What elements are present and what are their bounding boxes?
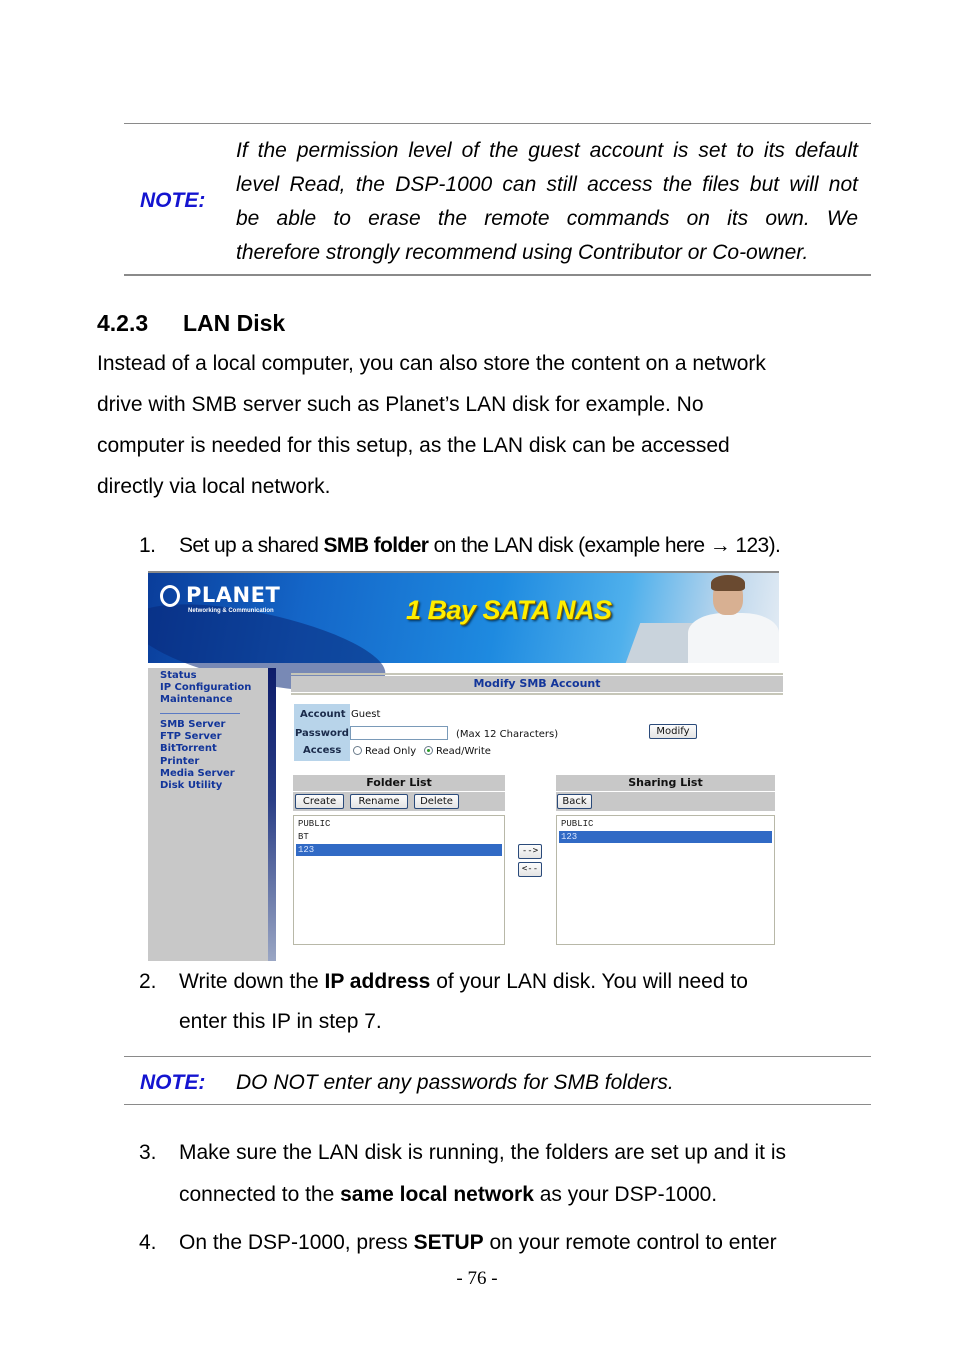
note2-bottom-rule: [124, 1104, 871, 1105]
password-hint: (Max 12 Characters): [456, 729, 559, 740]
sidebar-item-disk-utility[interactable]: Disk Utility: [160, 780, 222, 791]
brand-name: PLANET: [186, 583, 281, 607]
folder-list-title: Folder List: [293, 775, 505, 791]
note-line: If the permission level of the guest acc…: [236, 139, 858, 162]
folder-item-bt[interactable]: BT: [296, 831, 502, 843]
step-text: connected to the: [179, 1183, 341, 1206]
sidebar-item-ftp-server[interactable]: FTP Server: [160, 731, 222, 742]
modify-button[interactable]: Modify: [649, 724, 697, 739]
rename-button[interactable]: Rename: [350, 794, 408, 809]
back-button[interactable]: Back: [557, 794, 592, 809]
step-bold-text: same local network: [340, 1183, 534, 1206]
sidebar-item-smb-server[interactable]: SMB Server: [160, 719, 225, 730]
step-text: On the DSP-1000, press: [179, 1231, 414, 1254]
person-hair: [711, 575, 745, 591]
delete-button[interactable]: Delete: [414, 794, 459, 809]
note-text: If the permission level of the guest acc…: [236, 134, 858, 270]
brand-tagline: Networking & Communication: [188, 608, 274, 614]
create-button[interactable]: Create: [295, 794, 344, 809]
step-1: 1. Set up a shared SMB folder on the LAN…: [139, 534, 859, 560]
step-text: Make sure the LAN disk is running, the f…: [179, 1141, 786, 1164]
folder-listbox[interactable]: PUBLIC BT 123: [293, 815, 505, 945]
sidebar-item-printer[interactable]: Printer: [160, 756, 199, 767]
nas-sidebar: Status IP Configuration Maintenance SMB …: [148, 668, 268, 961]
form-title: Modify SMB Account: [291, 676, 783, 692]
note-bottom-rule: [124, 274, 871, 276]
sharing-item-public[interactable]: PUBLIC: [559, 818, 772, 830]
note-line: be able to erase the remote commands on …: [236, 207, 858, 230]
sharing-listbox[interactable]: PUBLIC 123: [556, 815, 775, 945]
account-label: Account: [300, 709, 346, 720]
nas-screenshot: PLANET Networking & Communication 1 Bay …: [148, 571, 784, 961]
paragraph-line: drive with SMB server such as Planet’s L…: [97, 393, 704, 416]
add-to-sharing-button[interactable]: -->: [518, 844, 542, 859]
step-text: of your LAN disk. You will need to: [430, 970, 748, 993]
step-number: 3.: [139, 1141, 157, 1164]
step-text: enter this IP in step 7.: [179, 1010, 382, 1033]
note-label: NOTE:: [140, 189, 206, 212]
note-top-rule: [124, 123, 871, 124]
folder-item-123[interactable]: 123: [296, 844, 502, 856]
note2-text: DO NOT enter any passwords for SMB folde…: [236, 1071, 674, 1094]
read-write-label: Read/Write: [436, 746, 491, 757]
step-text: on your remote control to enter: [483, 1231, 777, 1254]
read-only-label: Read Only: [365, 746, 417, 757]
note-line: level Read, the DSP-1000 can still acces…: [236, 173, 858, 196]
paragraph-line: directly via local network.: [97, 475, 331, 498]
step-number: 2.: [139, 970, 157, 993]
content-top-rule: [291, 673, 783, 675]
step-2: 2. Write down the IP address of your LAN…: [139, 970, 859, 1033]
nas-banner: PLANET Networking & Communication 1 Bay …: [148, 571, 779, 710]
note2-top-rule: [124, 1056, 871, 1057]
read-only-radio[interactable]: [353, 746, 362, 755]
step-text: Write down the: [179, 970, 325, 993]
account-value: Guest: [351, 709, 381, 720]
step-number: 1.: [139, 534, 156, 557]
sidebar-divider: [160, 713, 240, 714]
sidebar-scroll-bar: [268, 668, 276, 961]
person-graphic: [688, 613, 779, 663]
page-number: - 76 -: [456, 1268, 498, 1289]
sidebar-item-media-server[interactable]: Media Server: [160, 768, 235, 779]
remove-from-sharing-button[interactable]: <--: [518, 862, 542, 877]
step-4: 4. On the DSP-1000, press SETUP on your …: [139, 1231, 859, 1257]
step-bold-text: SETUP: [413, 1231, 484, 1254]
sidebar-item-maintenance[interactable]: Maintenance: [160, 694, 233, 705]
step-number: 4.: [139, 1231, 157, 1254]
step-bold-text: SMB folder: [323, 534, 429, 557]
folder-item-public[interactable]: PUBLIC: [296, 818, 502, 830]
sharing-item-123[interactable]: 123: [559, 831, 772, 843]
password-label: Password: [295, 728, 349, 739]
section-title: LAN Disk: [182, 310, 286, 336]
step-text: on the LAN disk (example here → 123).: [428, 534, 781, 557]
product-title: 1 Bay SATA NAS: [406, 595, 612, 625]
banner-photo: [618, 573, 779, 663]
section-heading: 4.2.3 LAN Disk: [97, 310, 285, 337]
sidebar-item-ip-configuration[interactable]: IP Configuration: [160, 682, 251, 693]
paragraph-line: Instead of a local computer, you can als…: [97, 352, 766, 375]
sharing-list-title: Sharing List: [556, 775, 775, 791]
paragraph-line: computer is needed for this setup, as th…: [97, 434, 730, 457]
step-3: 3. Make sure the LAN disk is running, th…: [139, 1141, 859, 1206]
sidebar-item-status[interactable]: Status: [160, 670, 197, 681]
step-bold-text: IP address: [324, 970, 431, 993]
read-write-radio[interactable]: [424, 746, 433, 755]
form-title-rule: [291, 693, 783, 695]
sidebar-item-bittorrent[interactable]: BitTorrent: [160, 743, 217, 754]
password-input[interactable]: [350, 726, 448, 740]
step-text: as your DSP-1000.: [533, 1183, 718, 1206]
intro-paragraph: Instead of a local computer, you can als…: [97, 343, 766, 507]
note-line: therefore strongly recommend using Contr…: [236, 241, 809, 264]
note2-label: NOTE:: [140, 1071, 206, 1094]
access-label: Access: [303, 745, 342, 756]
step-text: Set up a shared: [179, 534, 324, 557]
planet-globe-icon: [160, 585, 180, 607]
section-number: 4.2.3: [97, 310, 149, 336]
